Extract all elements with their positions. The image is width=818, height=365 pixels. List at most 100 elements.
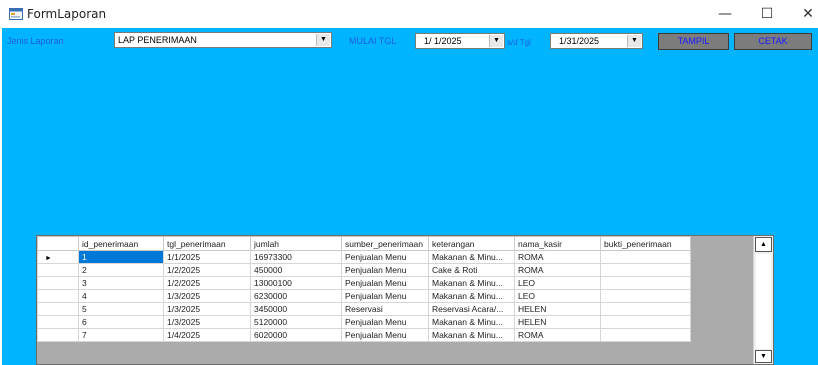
table-cell[interactable]: Makanan & Minu... [428, 315, 515, 329]
table-cell[interactable] [600, 302, 691, 316]
table-cell[interactable]: Penjualan Menu [341, 276, 429, 290]
current-row-arrow-icon: ► [45, 255, 52, 262]
maximize-button[interactable]: ☐ [749, 0, 785, 28]
table-cell[interactable]: Makanan & Minu... [428, 328, 515, 342]
table-cell[interactable]: 6020000 [250, 328, 342, 342]
table-cell[interactable]: 5 [78, 302, 164, 316]
table-cell[interactable] [600, 263, 691, 277]
date-from-value: 1/ 1/2025 [424, 36, 462, 46]
date-to-picker[interactable]: 1/31/2025 ▼ [550, 33, 643, 49]
table-cell[interactable] [600, 328, 691, 342]
scroll-thumb[interactable] [756, 254, 771, 349]
table-cell[interactable]: Cake & Roti [428, 263, 515, 277]
row-header-cell[interactable] [37, 328, 79, 342]
table-cell[interactable]: 6 [78, 315, 164, 329]
row-header-cell[interactable] [37, 263, 79, 277]
jenis-laporan-value: LAP PENERIMAAN [118, 35, 197, 45]
scroll-down-icon[interactable]: ▼ [755, 350, 772, 363]
table-cell[interactable]: 1/3/2025 [163, 315, 251, 329]
scroll-up-icon[interactable]: ▲ [755, 237, 772, 252]
table-row[interactable]: 4 1/3/2025 6230000 Penjualan Menu Makanan & … [37, 289, 691, 303]
mulai-tgl-label: MULAI TGL [349, 36, 397, 46]
table-cell[interactable]: 13000100 [250, 276, 342, 290]
table-cell[interactable]: HELEN [514, 302, 601, 316]
date-from-picker[interactable]: 1/ 1/2025 ▼ [415, 33, 505, 49]
table-cell[interactable]: 450000 [250, 263, 342, 277]
table-cell[interactable]: 16973300 [250, 250, 342, 264]
cetak-button[interactable]: CETAK [734, 33, 812, 50]
chevron-down-icon[interactable]: ▼ [627, 35, 641, 47]
column-header[interactable]: id_penerimaan [78, 236, 164, 251]
table-cell[interactable]: 5120000 [250, 315, 342, 329]
table-cell[interactable]: Reservasi Acara/... [428, 302, 515, 316]
table-cell[interactable]: ROMA [514, 328, 601, 342]
row-header-cell[interactable] [37, 302, 79, 316]
chevron-down-icon[interactable]: ▼ [316, 34, 330, 46]
jenis-laporan-label: Jenis Laporan [7, 36, 64, 46]
table-cell[interactable]: Penjualan Menu [341, 263, 429, 277]
grid-corner-cell[interactable] [37, 236, 79, 251]
table-cell[interactable]: 1/2/2025 [163, 276, 251, 290]
table-cell[interactable]: ROMA [514, 250, 601, 264]
table-cell[interactable]: Penjualan Menu [341, 328, 429, 342]
table-cell[interactable]: Penjualan Menu [341, 250, 429, 264]
table-cell[interactable]: HELEN [514, 315, 601, 329]
row-header-cell[interactable] [37, 289, 79, 303]
penerimaan-data-grid[interactable]: id_penerimaan tgl_penerimaan jumlah sumb… [36, 235, 774, 365]
table-cell[interactable] [600, 315, 691, 329]
column-header[interactable]: jumlah [250, 236, 342, 251]
form-window-icon [9, 8, 23, 20]
grid-table: id_penerimaan tgl_penerimaan jumlah sumb… [37, 236, 691, 342]
table-row[interactable]: ► 1 1/1/2025 16973300 Penjualan Menu Makanan … [37, 250, 691, 264]
table-row[interactable]: 5 1/3/2025 3450000 Reservasi Reservasi Acara… [37, 302, 691, 316]
form-client-area: Jenis Laporan LAP PENERIMAAN ▼ MULAI TGL… [2, 28, 818, 365]
table-cell[interactable] [600, 250, 691, 264]
table-cell[interactable]: 2 [78, 263, 164, 277]
table-cell[interactable]: 3450000 [250, 302, 342, 316]
table-cell[interactable]: LEO [514, 276, 601, 290]
table-cell[interactable] [600, 276, 691, 290]
minimize-button[interactable]: — [707, 0, 743, 28]
column-header[interactable]: bukti_penerimaan [600, 236, 691, 251]
window-title: FormLaporan [27, 7, 107, 21]
table-cell[interactable]: 6230000 [250, 289, 342, 303]
form-laporan-window: FormLaporan — ☐ ✕ Jenis Laporan LAP PENE… [0, 0, 818, 365]
table-cell[interactable]: 1 [78, 250, 164, 264]
column-header[interactable]: tgl_penerimaan [163, 236, 251, 251]
table-cell[interactable]: LEO [514, 289, 601, 303]
table-cell[interactable] [600, 289, 691, 303]
column-header[interactable]: sumber_penerimaan [341, 236, 429, 251]
table-cell[interactable]: Penjualan Menu [341, 289, 429, 303]
table-cell[interactable]: Makanan & Minu... [428, 250, 515, 264]
table-cell[interactable]: 7 [78, 328, 164, 342]
column-header[interactable]: keterangan [428, 236, 515, 251]
column-header[interactable]: nama_kasir [514, 236, 601, 251]
title-bar[interactable]: FormLaporan — ☐ ✕ [0, 0, 818, 28]
table-row[interactable]: 6 1/3/2025 5120000 Penjualan Menu Makanan & … [37, 315, 691, 329]
row-header-cell[interactable] [37, 315, 79, 329]
row-header-cell[interactable] [37, 276, 79, 290]
table-cell[interactable]: 1/1/2025 [163, 250, 251, 264]
jenis-laporan-combobox[interactable]: LAP PENERIMAAN ▼ [114, 32, 332, 48]
table-row[interactable]: 2 1/2/2025 450000 Penjualan Menu Cake & Roti… [37, 263, 691, 277]
table-cell[interactable]: 1/4/2025 [163, 328, 251, 342]
table-row[interactable]: 7 1/4/2025 6020000 Penjualan Menu Makanan & … [37, 328, 691, 342]
table-row[interactable]: 3 1/2/2025 13000100 Penjualan Menu Makanan &… [37, 276, 691, 290]
table-cell[interactable]: Makanan & Minu... [428, 276, 515, 290]
tampil-button[interactable]: TAMPIL [658, 33, 729, 50]
date-to-value: 1/31/2025 [559, 36, 600, 46]
table-cell[interactable]: 3 [78, 276, 164, 290]
table-cell[interactable]: ROMA [514, 263, 601, 277]
table-cell[interactable]: Reservasi [341, 302, 429, 316]
table-cell[interactable]: 1/3/2025 [163, 289, 251, 303]
table-cell[interactable]: Makanan & Minu... [428, 289, 515, 303]
chevron-down-icon[interactable]: ▼ [489, 35, 503, 47]
grid-vertical-scrollbar[interactable]: ▲ ▼ [753, 236, 773, 364]
table-cell[interactable]: 4 [78, 289, 164, 303]
sd-tgl-label: s/d Tgl [507, 38, 531, 47]
row-header-cell[interactable]: ► [37, 250, 79, 264]
close-button[interactable]: ✕ [796, 0, 818, 28]
table-cell[interactable]: Penjualan Menu [341, 315, 429, 329]
table-cell[interactable]: 1/3/2025 [163, 302, 251, 316]
table-cell[interactable]: 1/2/2025 [163, 263, 251, 277]
